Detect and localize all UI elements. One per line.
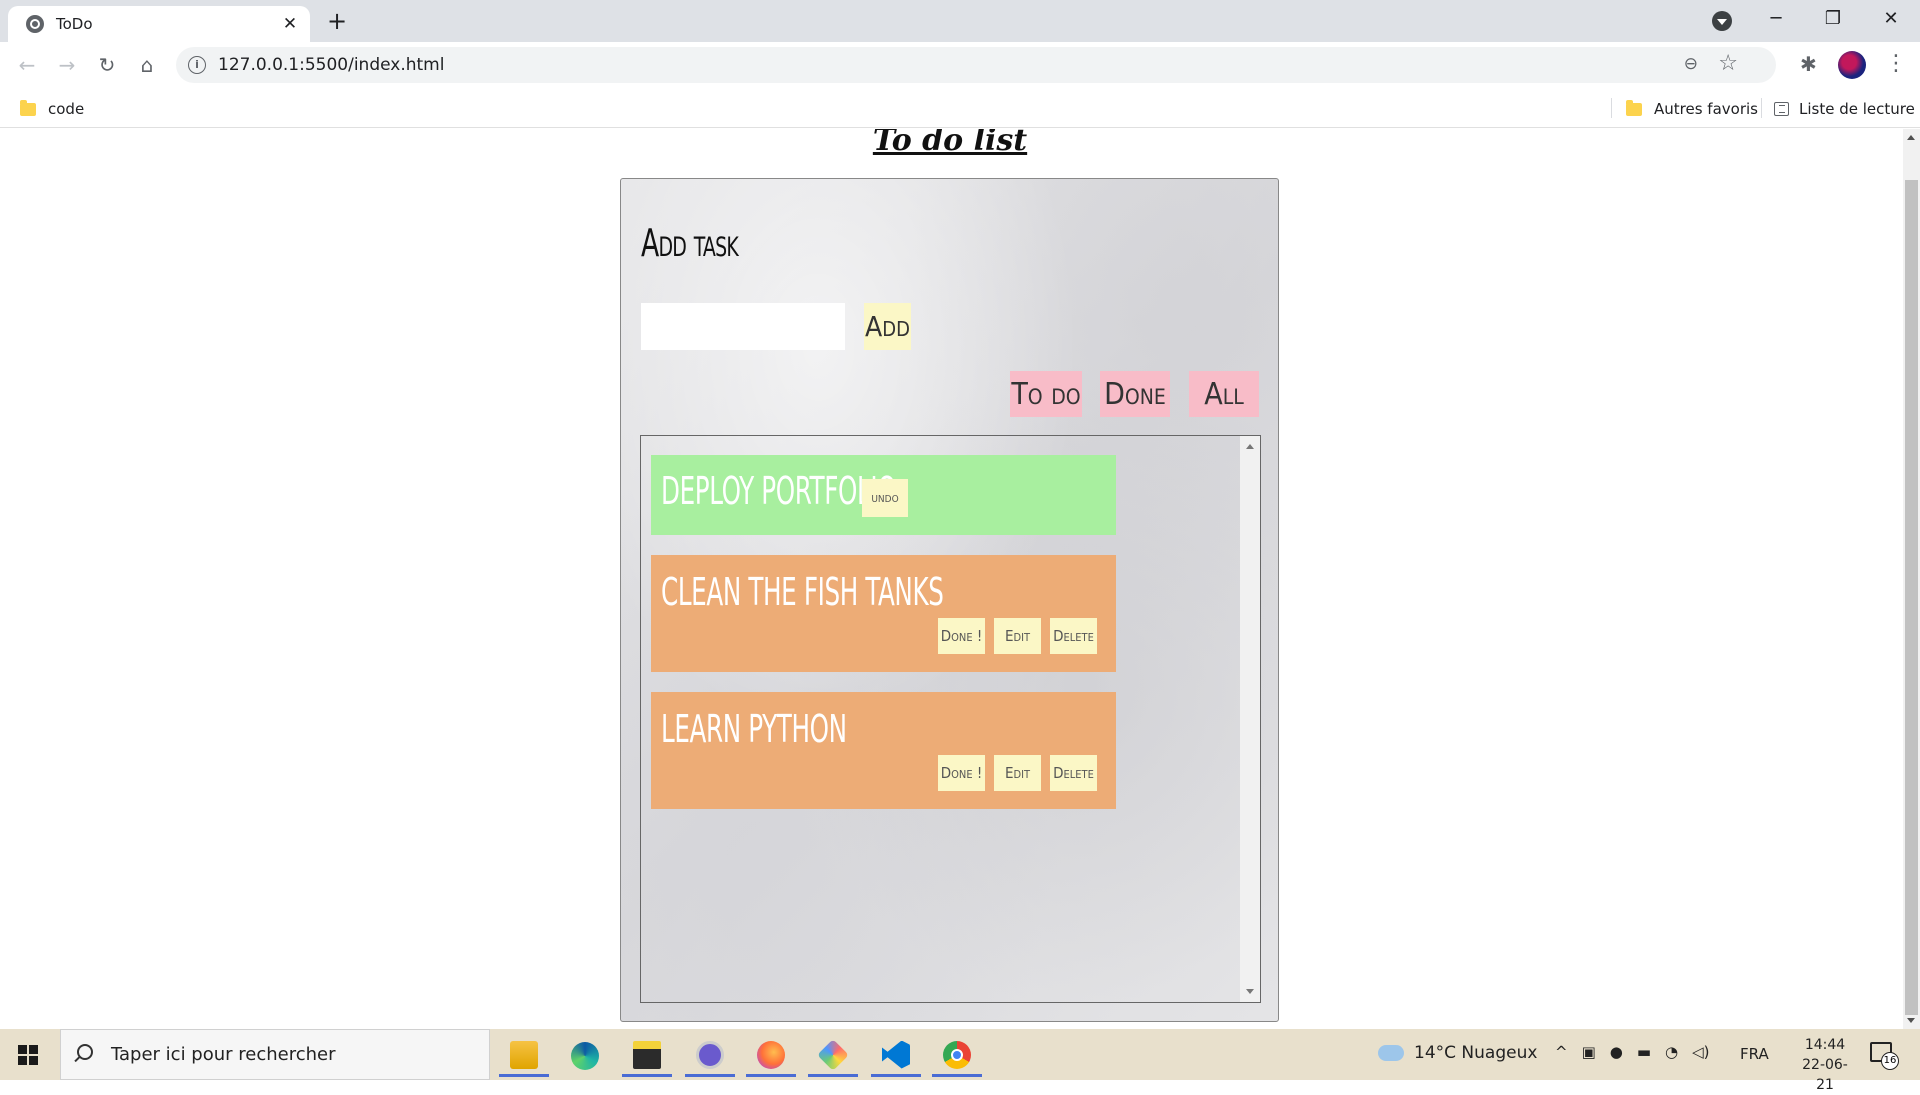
add-task-heading: Add task: [641, 221, 739, 265]
home-icon[interactable]: ⌂: [133, 51, 161, 79]
close-window-button[interactable]: ✕: [1868, 4, 1914, 34]
windows-taskbar: Taper ici pour rechercher 14°C Nuageux ^…: [0, 1029, 1920, 1093]
task-name: deploy portfolio: [661, 469, 897, 513]
task-name: clean the fish tanks: [661, 570, 944, 614]
tab-search-icon[interactable]: [1712, 11, 1732, 31]
delete-button[interactable]: Delete: [1050, 618, 1097, 654]
browser-toolbar: ← → ↻ ⌂ i 127.0.0.1:5500/index.html ⊖ ☆ …: [0, 42, 1920, 88]
taskbar-clock[interactable]: 14:44 22-06-21: [1795, 1035, 1855, 1095]
extensions-icon[interactable]: ✱: [1800, 52, 1817, 76]
undo-button[interactable]: undo: [862, 479, 908, 517]
folder-icon: [1626, 99, 1642, 116]
forward-icon[interactable]: →: [53, 51, 81, 79]
tab-close-icon[interactable]: ✕: [280, 14, 300, 34]
site-info-icon[interactable]: i: [188, 56, 206, 74]
reading-list-label: Liste de lecture: [1799, 100, 1915, 118]
reload-icon[interactable]: ↻: [93, 51, 121, 79]
weather-widget[interactable]: 14°C Nuageux: [1378, 1043, 1537, 1063]
git-app-icon[interactable]: [808, 1035, 858, 1077]
firefox-icon[interactable]: [746, 1035, 796, 1077]
task-name: learn python: [661, 707, 847, 751]
bookmark-star-icon[interactable]: ☆: [1718, 51, 1738, 76]
chrome-icon[interactable]: [932, 1035, 982, 1077]
chevron-up-icon[interactable]: ^: [1555, 1043, 1568, 1061]
address-bar[interactable]: i 127.0.0.1:5500/index.html ⊖ ☆: [176, 47, 1776, 83]
chat-icon[interactable]: [685, 1035, 735, 1077]
camera-icon[interactable]: ▣: [1582, 1043, 1596, 1061]
back-icon[interactable]: ←: [13, 51, 41, 79]
scroll-up-icon[interactable]: [1246, 444, 1254, 449]
taskbar-search[interactable]: Taper ici pour rechercher: [60, 1029, 490, 1080]
minimize-button[interactable]: ─: [1753, 4, 1799, 34]
delete-button[interactable]: Delete: [1050, 755, 1097, 791]
other-bookmarks-label: Autres favoris: [1654, 100, 1758, 118]
scrollbar-thumb[interactable]: [1905, 180, 1918, 1015]
wifi-icon[interactable]: ◔: [1665, 1043, 1678, 1061]
add-button[interactable]: Add: [864, 303, 911, 350]
globe-icon: [26, 15, 44, 33]
search-placeholder: Taper ici pour rechercher: [111, 1044, 336, 1065]
task-item-done: deploy portfolio undo: [651, 455, 1116, 535]
page-scrollbar[interactable]: [1903, 129, 1920, 1029]
task-item-todo: learn python Done ! Edit Delete: [651, 692, 1116, 809]
edit-button[interactable]: Edit: [994, 755, 1041, 791]
todo-app-card: Add task Add To do Done All deploy portf…: [620, 178, 1279, 1022]
profile-avatar[interactable]: [1838, 51, 1866, 79]
scroll-up-icon[interactable]: [1907, 135, 1915, 140]
bookmark-divider: [1761, 98, 1762, 118]
system-tray: ^ ▣ ● ▬ ◔ ◁): [1555, 1043, 1710, 1061]
zoom-icon[interactable]: ⊖: [1684, 54, 1698, 74]
task-item-todo: clean the fish tanks Done ! Edit Delete: [651, 555, 1116, 672]
filter-done-button[interactable]: Done: [1100, 371, 1170, 417]
restore-button[interactable]: ❐: [1810, 4, 1856, 34]
notification-icon[interactable]: 16: [1870, 1042, 1899, 1070]
language-indicator[interactable]: FRA: [1740, 1045, 1769, 1063]
search-icon: [77, 1044, 93, 1060]
battery-icon[interactable]: ▬: [1637, 1043, 1651, 1061]
new-tab-button[interactable]: +: [322, 8, 352, 34]
mark-done-button[interactable]: Done !: [938, 618, 985, 654]
page-viewport: To do list Add task Add To do Done All d…: [0, 129, 1920, 1029]
clock-date: 22-06-21: [1802, 1057, 1848, 1093]
reading-list[interactable]: Liste de lecture: [1774, 100, 1915, 118]
browser-tab[interactable]: ToDo ✕: [8, 6, 310, 42]
bookmark-label: code: [48, 100, 85, 118]
tab-title: ToDo: [56, 15, 93, 33]
volume-icon[interactable]: ◁): [1692, 1043, 1709, 1061]
edge-icon[interactable]: [560, 1035, 610, 1077]
task-list[interactable]: deploy portfolio undo clean the fish tan…: [640, 435, 1261, 1003]
windows-start-icon[interactable]: [18, 1045, 38, 1065]
vscode-icon[interactable]: [871, 1035, 921, 1077]
scroll-down-icon[interactable]: [1907, 1018, 1915, 1023]
reading-list-icon: [1774, 102, 1789, 116]
other-bookmarks[interactable]: Autres favoris: [1626, 99, 1758, 118]
edit-button[interactable]: Edit: [994, 618, 1041, 654]
bookmarks-bar: code Autres favoris Liste de lecture: [0, 88, 1920, 128]
folder-icon: [20, 99, 36, 116]
task-input[interactable]: [641, 303, 845, 350]
filter-todo-button[interactable]: To do: [1010, 371, 1082, 417]
bookmark-code[interactable]: code: [20, 99, 85, 118]
cloud-icon: [1378, 1045, 1404, 1061]
url-text[interactable]: 127.0.0.1:5500/index.html: [218, 55, 444, 75]
task-list-scrollbar[interactable]: [1240, 436, 1260, 1002]
clock-time: 14:44: [1804, 1037, 1846, 1053]
browser-tab-bar: ToDo ✕ + ─ ❐ ✕: [0, 0, 1920, 42]
microphone-icon[interactable]: ●: [1610, 1043, 1623, 1061]
mark-done-button[interactable]: Done !: [938, 755, 985, 791]
bookmark-divider: [1611, 98, 1612, 118]
scroll-down-icon[interactable]: [1246, 989, 1254, 994]
file-explorer-icon[interactable]: [499, 1035, 549, 1077]
menu-icon[interactable]: ⋮: [1885, 50, 1907, 78]
notification-count: 16: [1881, 1052, 1899, 1070]
page-title: To do list: [872, 129, 1028, 158]
weather-text: 14°C Nuageux: [1414, 1043, 1538, 1063]
filter-all-button[interactable]: All: [1189, 371, 1259, 417]
sticky-notes-icon[interactable]: [622, 1035, 672, 1077]
